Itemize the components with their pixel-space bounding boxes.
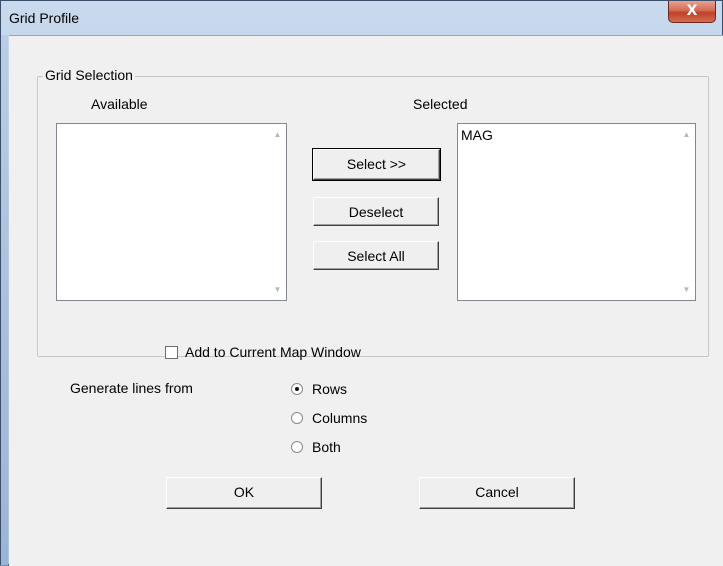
cancel-button[interactable]: Cancel [419,477,575,509]
scroll-down-arrow-icon[interactable]: ▼ [678,281,695,298]
generate-lines-label: Generate lines from [70,380,193,396]
add-to-map-label[interactable]: Add to Current Map Window [185,344,361,360]
available-label: Available [91,96,148,112]
radio-selected-dot [295,387,299,391]
selected-scrollbar[interactable]: ▲ ▼ [678,124,695,300]
radio-rows-label[interactable]: Rows [312,381,347,397]
scroll-up-arrow-icon[interactable]: ▲ [269,126,286,143]
select-button[interactable]: Select >> [312,148,441,181]
list-item[interactable]: MAG [461,127,493,143]
grid-selection-title: Grid Selection [43,67,135,83]
ok-button[interactable]: OK [166,477,322,509]
select-button-label: Select >> [346,156,407,172]
window-title: Grid Profile [9,10,80,26]
selected-listbox[interactable]: MAG ▲ ▼ [457,123,696,301]
deselect-button[interactable]: Deselect [313,197,439,226]
dialog-window: Grid Profile X Grid Selection Available … [0,0,723,566]
selected-label: Selected [413,96,468,112]
radio-both[interactable] [291,441,303,453]
radio-columns[interactable] [291,412,303,424]
dialog-client-area: Grid Selection Available Selected ▲ ▼ MA… [9,35,723,566]
cancel-button-label: Cancel [475,484,519,500]
close-button[interactable]: X [668,1,716,23]
add-to-map-checkbox[interactable] [165,346,178,359]
radio-columns-label[interactable]: Columns [312,410,367,426]
radio-both-label[interactable]: Both [312,439,341,455]
radio-rows[interactable] [291,383,303,395]
available-listbox[interactable]: ▲ ▼ [56,123,287,301]
select-all-button-label: Select All [347,248,405,264]
select-all-button[interactable]: Select All [313,241,439,270]
available-scrollbar[interactable]: ▲ ▼ [269,124,286,300]
ok-button-label: OK [233,484,255,500]
deselect-button-label: Deselect [348,204,404,220]
title-bar[interactable]: Grid Profile X [1,1,722,35]
scroll-down-arrow-icon[interactable]: ▼ [269,281,286,298]
close-icon: X [686,3,698,19]
scroll-up-arrow-icon[interactable]: ▲ [678,126,695,143]
window-frame-left [1,35,8,565]
